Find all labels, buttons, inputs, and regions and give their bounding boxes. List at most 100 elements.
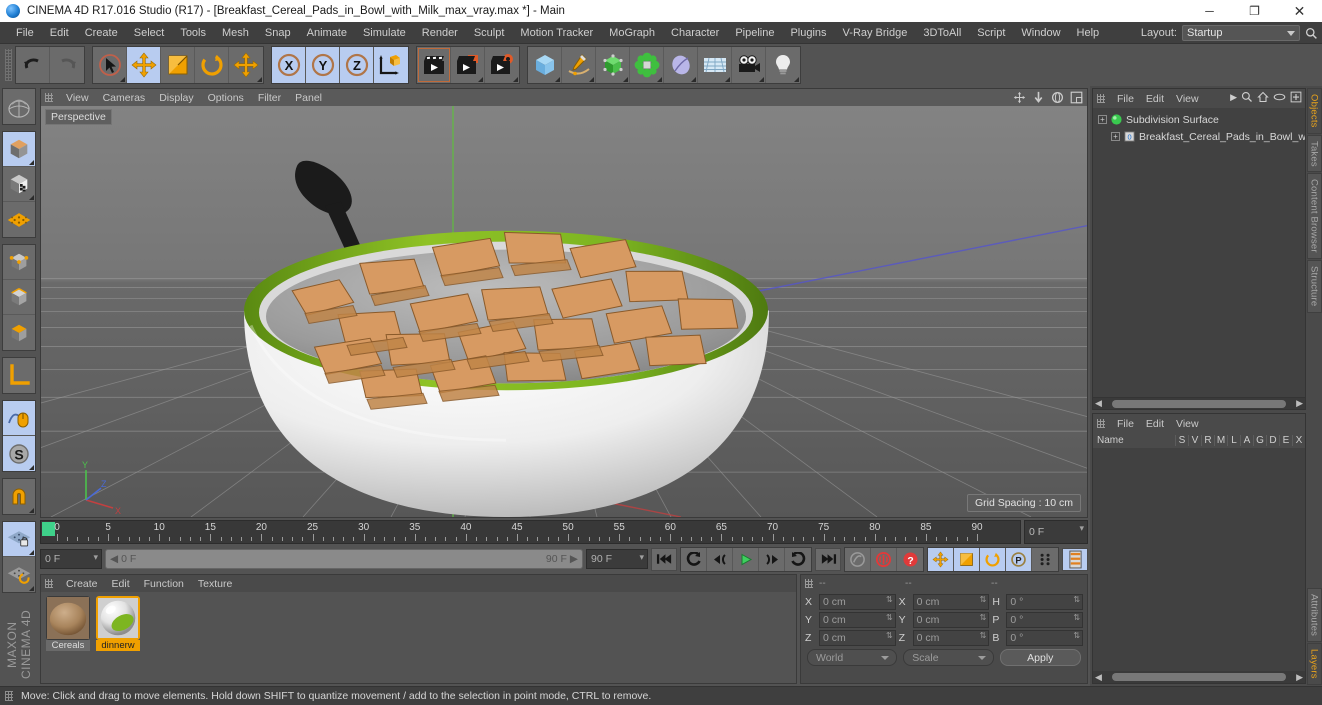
object-tree-row[interactable]: + Subdivision Surface bbox=[1095, 111, 1305, 128]
pan-icon[interactable] bbox=[1013, 91, 1026, 104]
panel-grip[interactable] bbox=[805, 579, 813, 588]
menu-item-sculpt[interactable]: Sculpt bbox=[466, 22, 513, 44]
timeline-ruler[interactable]: 0 5 10 15 20 25 30 35 40 45 50 55 60 65 70 75 80 85 90 bbox=[40, 520, 1021, 544]
panel-grip[interactable] bbox=[1097, 94, 1105, 103]
timeline-layout-button[interactable] bbox=[1062, 547, 1088, 571]
parameter-key-button[interactable]: P bbox=[1006, 547, 1032, 571]
object-manager-hscrollbar[interactable]: ◀ ▶ bbox=[1093, 397, 1305, 409]
spinner-icon[interactable]: ⇅ bbox=[886, 596, 893, 604]
current-frame-field[interactable]: 0 F ▾ bbox=[40, 549, 102, 569]
search-icon[interactable] bbox=[1305, 27, 1318, 40]
object-menu-edit[interactable]: Edit bbox=[1140, 93, 1170, 105]
scroll-left-icon[interactable]: ◀ bbox=[1095, 672, 1102, 683]
move-duplicate-button[interactable] bbox=[229, 47, 263, 83]
material-swatch[interactable] bbox=[96, 596, 140, 640]
add-environment-button[interactable] bbox=[698, 47, 732, 83]
spinner-icon[interactable]: ⇅ bbox=[980, 632, 987, 640]
texture-mode-button[interactable] bbox=[3, 315, 35, 350]
spinner-icon[interactable]: ▾ bbox=[93, 553, 98, 562]
scale-tool-button[interactable] bbox=[161, 47, 195, 83]
coord-size-input[interactable]: 0 cm ⇅ bbox=[912, 594, 990, 610]
orbit-icon[interactable] bbox=[1051, 91, 1064, 104]
live-selection-button[interactable] bbox=[93, 47, 127, 83]
menu-item-tools[interactable]: Tools bbox=[172, 22, 214, 44]
timeline-playhead[interactable] bbox=[42, 522, 55, 536]
layer-menu-file[interactable]: File bbox=[1111, 418, 1140, 430]
scale-key-button[interactable] bbox=[954, 547, 980, 571]
go-to-end-button[interactable] bbox=[815, 547, 841, 571]
expand-toggle-icon[interactable]: + bbox=[1111, 132, 1120, 141]
panel-grip[interactable] bbox=[45, 579, 53, 588]
viewport-3d[interactable]: Y Z X Perspective Grid Spacing : 10 cm bbox=[41, 106, 1087, 517]
timeline-frame-field[interactable]: 0 F ▾ bbox=[1024, 520, 1088, 544]
menu-item-render[interactable]: Render bbox=[414, 22, 466, 44]
layer-manager-hscrollbar[interactable]: ◀ ▶ bbox=[1093, 671, 1305, 683]
step-back-button[interactable] bbox=[707, 547, 733, 571]
scroll-right-icon[interactable]: ▶ bbox=[1296, 672, 1303, 683]
layer-column-s[interactable]: S bbox=[1175, 435, 1188, 446]
workplane-rotate-button[interactable] bbox=[3, 557, 35, 592]
menu-item-script[interactable]: Script bbox=[969, 22, 1013, 44]
panel-grip[interactable] bbox=[1097, 419, 1105, 428]
viewport-menu-display[interactable]: Display bbox=[152, 92, 200, 104]
object-tree[interactable]: + Subdivision Surface +0 Breakfast_Cereal_P… bbox=[1093, 108, 1305, 397]
keyframe-selection-button[interactable]: ? bbox=[897, 547, 923, 571]
add-spline-button[interactable] bbox=[562, 47, 596, 83]
spinner-icon[interactable]: ▾ bbox=[639, 553, 644, 562]
coord-system-dropdown[interactable]: World bbox=[807, 649, 898, 666]
render-to-picture-viewer-button[interactable] bbox=[451, 47, 485, 83]
coord-rotation-input[interactable]: 0 ° ⇅ bbox=[1006, 630, 1084, 646]
point-level-animation-button[interactable] bbox=[1032, 547, 1058, 571]
coord-mode-dropdown[interactable]: Scale bbox=[903, 649, 994, 666]
axis-x-button[interactable]: X bbox=[272, 47, 306, 83]
preview-range-bar[interactable]: ◀ 0 F 90 F ▶ bbox=[105, 549, 583, 569]
coord-position-input[interactable]: 0 cm ⇅ bbox=[819, 612, 896, 628]
menu-item-mesh[interactable]: Mesh bbox=[214, 22, 257, 44]
add-deformer-button[interactable] bbox=[630, 47, 664, 83]
add-generator-button[interactable] bbox=[596, 47, 630, 83]
menu-item-motion-tracker[interactable]: Motion Tracker bbox=[512, 22, 601, 44]
end-frame-field[interactable]: 90 F ▾ bbox=[586, 549, 648, 569]
layer-menu-edit[interactable]: Edit bbox=[1140, 418, 1170, 430]
toolbar-grip[interactable] bbox=[5, 49, 12, 81]
plus-box-icon[interactable] bbox=[1290, 91, 1302, 103]
rotate-tool-button[interactable] bbox=[195, 47, 229, 83]
object-tree-row[interactable]: +0 Breakfast_Cereal_Pads_in_Bowl_w bbox=[1095, 128, 1305, 145]
layer-menu-view[interactable]: View bbox=[1170, 418, 1205, 430]
enable-axis-button[interactable] bbox=[3, 401, 35, 436]
spinner-icon[interactable]: ⇅ bbox=[1073, 632, 1080, 640]
material-swatch[interactable] bbox=[46, 596, 90, 640]
make-editable-button[interactable] bbox=[3, 132, 35, 167]
menu-item-snap[interactable]: Snap bbox=[257, 22, 299, 44]
viewport-menu-filter[interactable]: Filter bbox=[251, 92, 288, 104]
menu-item-v-ray-bridge[interactable]: V-Ray Bridge bbox=[835, 22, 916, 44]
go-to-previous-key-button[interactable] bbox=[681, 547, 707, 571]
panel-grip[interactable] bbox=[5, 691, 13, 701]
material-menu-edit[interactable]: Edit bbox=[105, 578, 137, 590]
material-menu-create[interactable]: Create bbox=[59, 578, 105, 590]
spinner-icon[interactable]: ⇅ bbox=[1073, 596, 1080, 604]
vertical-tab-content-browser[interactable]: Content Browser bbox=[1306, 173, 1322, 260]
material-item[interactable]: dinnerw bbox=[95, 596, 141, 651]
material-item[interactable]: Cereals bbox=[45, 596, 91, 651]
layer-column-v[interactable]: V bbox=[1188, 435, 1201, 446]
menu-item-file[interactable]: File bbox=[8, 22, 42, 44]
spinner-icon[interactable]: ⇅ bbox=[980, 614, 987, 622]
search-icon[interactable] bbox=[1241, 91, 1253, 103]
add-camera-button[interactable] bbox=[732, 47, 766, 83]
coord-size-input[interactable]: 0 cm ⇅ bbox=[912, 612, 990, 628]
scroll-thumb[interactable] bbox=[1111, 673, 1287, 681]
minimize-button[interactable]: ─ bbox=[1187, 0, 1232, 22]
dolly-icon[interactable] bbox=[1032, 91, 1045, 104]
layer-column-r[interactable]: R bbox=[1201, 435, 1214, 446]
menu-item-3dtoall[interactable]: 3DToAll bbox=[915, 22, 969, 44]
menu-item-help[interactable]: Help bbox=[1069, 22, 1108, 44]
layer-column-a[interactable]: A bbox=[1240, 435, 1253, 446]
apply-button[interactable]: Apply bbox=[999, 649, 1082, 666]
close-button[interactable]: ✕ bbox=[1277, 0, 1322, 22]
undo-view-button[interactable] bbox=[3, 89, 35, 124]
coord-size-input[interactable]: 0 cm ⇅ bbox=[912, 630, 990, 646]
menu-item-create[interactable]: Create bbox=[77, 22, 126, 44]
object-menu-view[interactable]: View bbox=[1170, 93, 1205, 105]
coord-position-input[interactable]: 0 cm ⇅ bbox=[819, 630, 896, 646]
